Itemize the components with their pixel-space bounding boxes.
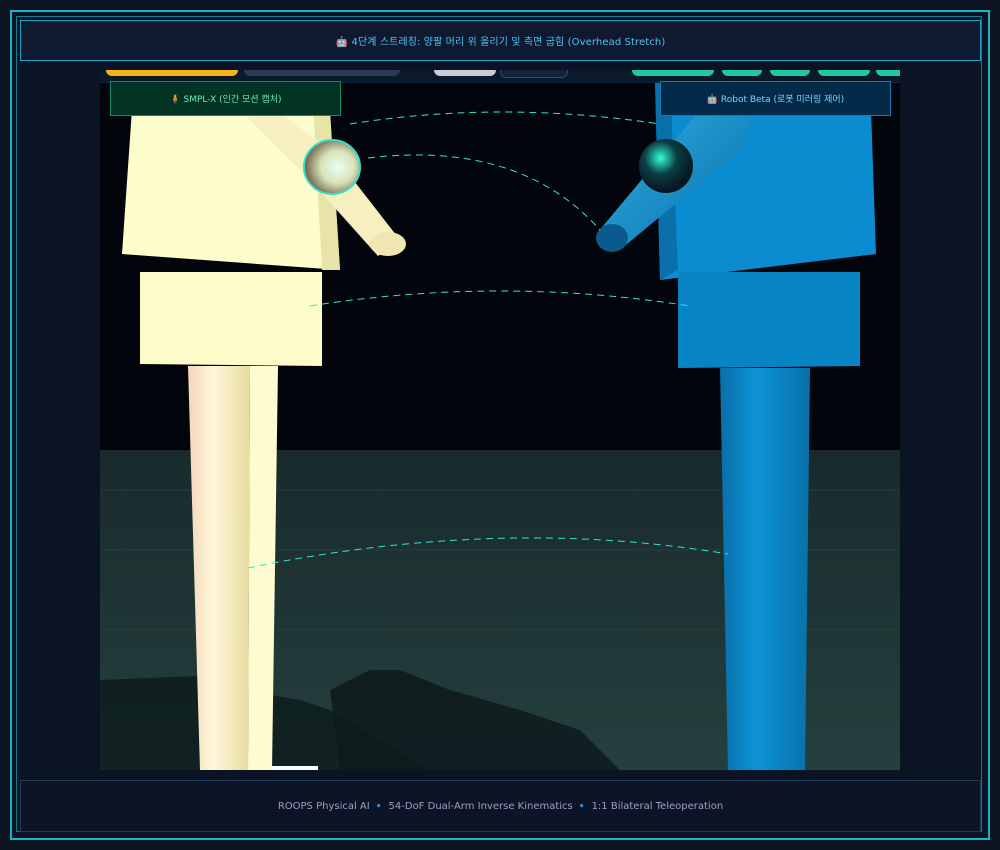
robot-leg (720, 368, 810, 770)
scene-canvas[interactable] (100, 70, 900, 770)
robot-shoulder-joint (639, 139, 693, 193)
stage-title-bar: 🤖 4단계 스트레칭: 양팔 머리 위 올리기 및 측면 굽힘 (Overhea… (20, 20, 981, 61)
robot-model-label: 🤖 Robot Beta (로봇 미러링 제어) (660, 81, 891, 116)
human-model-label: 🧍 SMPL-X (인간 모션 캡처) (110, 81, 341, 116)
3d-viewport[interactable]: 🧍 SMPL-X (인간 모션 캡처) 🤖 Robot Beta (로봇 미러링… (100, 70, 900, 770)
human-shoulder-joint (303, 139, 361, 195)
stage-title: 🤖 4단계 스트레칭: 양팔 머리 위 올리기 및 측면 굽힘 (Overhea… (335, 37, 666, 48)
status-chip-3[interactable] (770, 70, 810, 76)
robot-pelvis (678, 272, 860, 368)
human-model-label-text: 🧍 SMPL-X (인간 모션 캡처) (169, 95, 282, 105)
view-button-2[interactable] (500, 70, 568, 78)
mode-button-active[interactable] (106, 70, 238, 76)
human-pelvis (140, 272, 322, 366)
mode-button[interactable] (244, 70, 400, 76)
view-button[interactable] (434, 70, 496, 76)
robot-model-label-text: 🤖 Robot Beta (로봇 미러링 제어) (706, 95, 845, 105)
footer-bar: ROOPS Physical AI 🔹 54-DoF Dual-Arm Inve… (20, 780, 981, 832)
status-chip-1[interactable] (632, 70, 714, 76)
footer-text: ROOPS Physical AI 🔹 54-DoF Dual-Arm Inve… (277, 800, 724, 812)
status-chip-4[interactable] (818, 70, 870, 76)
status-chip-2[interactable] (722, 70, 762, 76)
status-chip-5[interactable] (876, 70, 900, 76)
